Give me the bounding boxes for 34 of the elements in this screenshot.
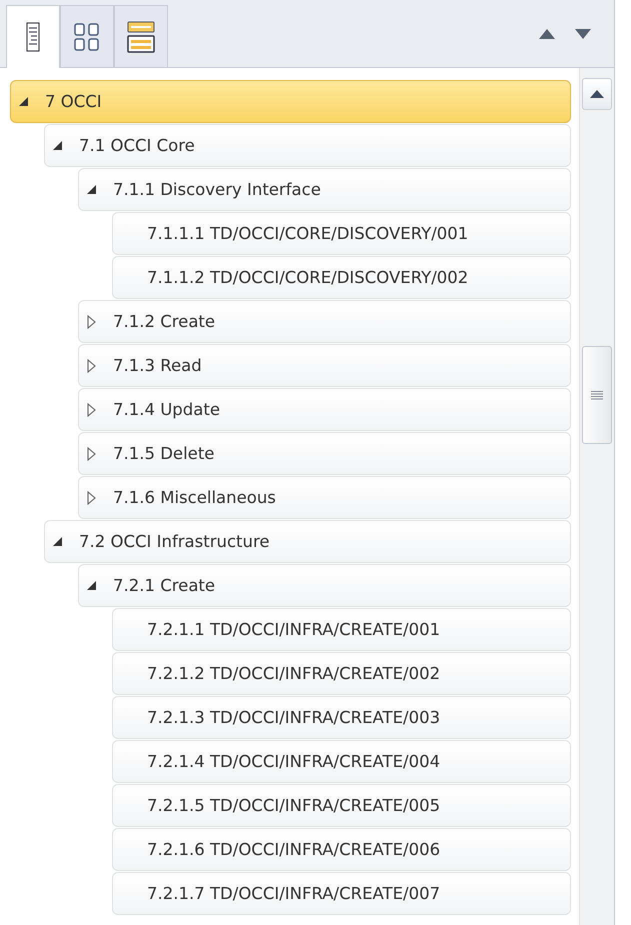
heading-item[interactable]: 7.1.1.1 TD/OCCI/CORE/DISCOVERY/001: [112, 212, 571, 255]
heading-item[interactable]: 7.1.6 Miscellaneous: [78, 476, 571, 519]
down-arrow-icon: [574, 28, 592, 40]
heading-item[interactable]: 7.2.1.6 TD/OCCI/INFRA/CREATE/006: [112, 828, 571, 871]
search-results-icon: [127, 20, 155, 52]
view-tab[interactable]: [114, 5, 168, 67]
heading-item[interactable]: 7.1.1 Discovery Interface: [78, 168, 571, 211]
heading-item[interactable]: 7.1.1.2 TD/OCCI/CORE/DISCOVERY/002: [112, 256, 571, 299]
up-arrow-icon: [590, 90, 604, 98]
heading-item[interactable]: 7.1.4 Update: [78, 388, 571, 431]
heading-item[interactable]: 7.2.1.2 TD/OCCI/INFRA/CREATE/002: [112, 652, 571, 695]
document-icon: [26, 22, 40, 52]
heading-item[interactable]: 7 OCCI: [10, 80, 571, 123]
heading-item[interactable]: 7.1 OCCI Core: [44, 124, 571, 167]
heading-item[interactable]: 7.2.1 Create: [78, 564, 571, 607]
heading-item[interactable]: 7.1.5 Delete: [78, 432, 571, 475]
scroll-thumb[interactable]: [582, 346, 612, 444]
scrollbar[interactable]: [579, 68, 614, 925]
heading-item[interactable]: 7.2.1.3 TD/OCCI/INFRA/CREATE/003: [112, 696, 571, 739]
view-tab[interactable]: [6, 5, 60, 68]
scroll-up-button[interactable]: [582, 78, 612, 110]
grip-icon: [591, 390, 603, 400]
heading-item[interactable]: 7.2.1.7 TD/OCCI/INFRA/CREATE/007: [112, 872, 571, 915]
up-arrow-icon: [538, 28, 556, 40]
heading-item[interactable]: 7.2.1.4 TD/OCCI/INFRA/CREATE/004: [112, 740, 571, 783]
heading-item[interactable]: 7.2 OCCI Infrastructure: [44, 520, 571, 563]
previous-heading-button[interactable]: [538, 28, 556, 40]
heading-item[interactable]: 7.1.2 Create: [78, 300, 571, 343]
heading-item[interactable]: 7.1.3 Read: [78, 344, 571, 387]
heading-item[interactable]: 7.2.1.1 TD/OCCI/INFRA/CREATE/001: [112, 608, 571, 651]
view-tab[interactable]: [60, 5, 114, 67]
heading-item[interactable]: 7.2.1.5 TD/OCCI/INFRA/CREATE/005: [112, 784, 571, 827]
thumbnails-icon: [74, 22, 100, 50]
next-heading-button[interactable]: [574, 28, 592, 40]
